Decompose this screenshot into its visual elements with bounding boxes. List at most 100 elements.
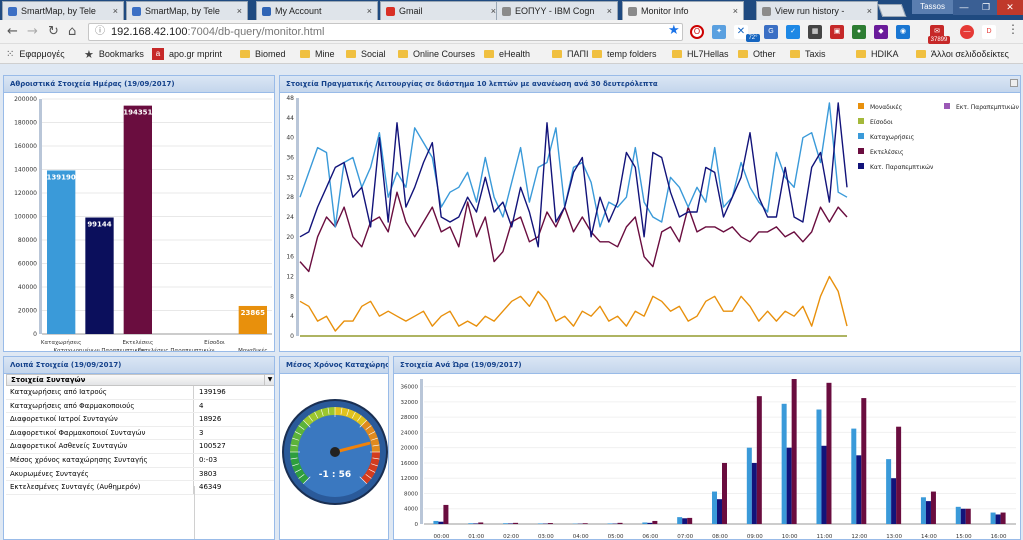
- folder-icon: [856, 50, 866, 58]
- table-row[interactable]: Διαφορετικοί Φαρμακοποιοί Συνταγών 3: [6, 426, 274, 441]
- address-bar[interactable]: ⓘ 192.168.42.100:7004/db-query/monitor.h…: [88, 23, 683, 41]
- browser-tab[interactable]: View run history - ×: [756, 1, 878, 20]
- browser-tab[interactable]: SmartMap, by Tele ×: [126, 1, 248, 20]
- bookmark-item[interactable]: Biomed: [240, 47, 286, 61]
- user-profile-button[interactable]: Tassos: [912, 0, 953, 14]
- bookmark-label: apo.gr mprint: [169, 49, 223, 59]
- forward-icon[interactable]: →: [27, 24, 38, 39]
- bar: [687, 517, 693, 524]
- bar: [537, 523, 543, 524]
- browser-tab[interactable]: ΕΟΠΥΥ - IBM Cogn ×: [496, 1, 618, 20]
- bar: [647, 522, 653, 524]
- bookmark-item[interactable]: Mine: [300, 47, 335, 61]
- bookmark-item[interactable]: HL7Hellas: [672, 47, 729, 61]
- bookmark-item[interactable]: ⁙ Εφαρμογές: [6, 47, 65, 61]
- browser-tab[interactable]: SmartMap, by Tele ×: [2, 1, 124, 20]
- y-tick-label: 200000: [14, 96, 37, 103]
- tab-title: SmartMap, by Tele: [21, 6, 96, 16]
- other-stats-panel: Λοιπά Στοιχεία (19/09/2017) Στοιχεία Συν…: [3, 356, 275, 540]
- no-entry-icon[interactable]: —: [960, 25, 974, 39]
- close-tab-icon[interactable]: ×: [367, 6, 372, 16]
- table-row[interactable]: Μέσος χρόνος καταχώρησης Συνταγής 0:-03: [6, 453, 274, 468]
- panel-title: Στοιχεία Πραγματικής Λειτουργίας σε διάσ…: [280, 76, 1020, 93]
- table-row[interactable]: Καταχωρήσεις από Ιατρούς 139196: [6, 386, 274, 400]
- bar: [1000, 512, 1006, 524]
- bar: [960, 508, 966, 524]
- check-extension-icon[interactable]: ✓: [786, 25, 800, 39]
- y-tick-label: 40: [286, 135, 294, 142]
- bar: [786, 447, 792, 524]
- bookmark-label: Εφαρμογές: [19, 49, 65, 59]
- close-window-button[interactable]: ✕: [997, 0, 1023, 15]
- row-value: 4: [199, 401, 204, 410]
- bar: [547, 523, 553, 524]
- bookmark-item[interactable]: ΠΑΠΙ: [552, 47, 589, 61]
- panel-scroll-handle[interactable]: [1010, 79, 1018, 87]
- back-icon[interactable]: ←: [7, 24, 18, 39]
- bookmark-item[interactable]: temp folders: [592, 47, 657, 61]
- table-row[interactable]: Εκτελεσμένες Συνταγές (Αυθημερόν) 46349: [6, 481, 274, 495]
- y-tick-label: 44: [286, 115, 294, 122]
- row-label: Εκτελεσμένες Συνταγές (Αυθημερόν): [6, 481, 194, 494]
- bookmark-label: Mine: [315, 49, 335, 59]
- bookmark-item[interactable]: Other: [738, 47, 776, 61]
- home-icon[interactable]: ⌂: [68, 24, 76, 39]
- bookmark-label: Biomed: [255, 49, 286, 59]
- bookmark-star-icon[interactable]: ★: [668, 23, 680, 38]
- bookmark-item[interactable]: a apo.gr mprint: [152, 47, 222, 61]
- reload-icon[interactable]: ↻: [48, 24, 59, 39]
- bookmark-item[interactable]: ★ Bookmarks: [84, 47, 144, 61]
- chevron-down-icon[interactable]: ▼: [264, 374, 274, 386]
- browser-tab[interactable]: My Account ×: [256, 1, 378, 20]
- close-tab-icon[interactable]: ×: [237, 6, 242, 16]
- table-row[interactable]: Καταχωρήσεις από Φαρμακοποιούς 4: [6, 399, 274, 414]
- minimize-button[interactable]: —: [953, 0, 975, 15]
- bookmark-item[interactable]: Social: [346, 47, 386, 61]
- mail-count-badge: 37899: [928, 36, 950, 44]
- x-tick-label: 05:00: [608, 534, 624, 539]
- table-row[interactable]: Διαφορετικοί Ασθενείς Συνταγών 100527: [6, 440, 274, 454]
- extension-icon-2[interactable]: ▦: [808, 25, 822, 39]
- grid-group-header[interactable]: Στοιχεία Συνταγών ▼: [6, 374, 274, 386]
- pdf-icon[interactable]: D: [982, 25, 996, 39]
- bookmark-item[interactable]: Άλλοι σελιδοδείκτες: [916, 47, 1009, 61]
- browser-tab[interactable]: Gmail ×: [380, 1, 502, 20]
- y-tick-label: 24000: [401, 430, 419, 436]
- bookmark-item[interactable]: HDIKA: [856, 47, 899, 61]
- table-row[interactable]: Ακυρωμένες Συνταγές 3803: [6, 467, 274, 482]
- green-extension-icon[interactable]: ●: [852, 25, 866, 39]
- y-tick-label: 40000: [18, 284, 37, 291]
- legend-swatch: [858, 133, 864, 139]
- menu-icon[interactable]: ⋮: [1007, 22, 1019, 36]
- bar-value-label: 194351: [123, 109, 152, 117]
- browser-tab[interactable]: Monitor Info ×: [622, 1, 744, 20]
- bar-value-label: 139190: [47, 173, 76, 181]
- bar-value-label: 99144: [87, 221, 111, 229]
- bar: [652, 520, 658, 524]
- opera-icon[interactable]: O: [690, 25, 704, 39]
- table-row[interactable]: Διαφορετικοί Ιατροί Συνταγών 18926: [6, 413, 274, 427]
- x-tick-label: Καταχωρημένων Παραπεμπτικών: [54, 347, 146, 351]
- purple-extension-icon[interactable]: ◆: [874, 25, 888, 39]
- translate-icon[interactable]: G: [764, 25, 778, 39]
- maximize-button[interactable]: ❐: [975, 0, 997, 15]
- bar: [955, 506, 961, 524]
- new-tab-button[interactable]: [877, 4, 907, 17]
- bookmark-label: ΠΑΠΙ: [567, 49, 589, 59]
- bookmark-item[interactable]: Online Courses: [398, 47, 475, 61]
- y-tick-label: 8000: [404, 491, 418, 497]
- blue-extension-icon[interactable]: ◉: [896, 25, 910, 39]
- page-info-icon[interactable]: ⓘ: [95, 24, 105, 40]
- close-tab-icon[interactable]: ×: [607, 6, 612, 16]
- red-extension-icon[interactable]: ▣: [830, 25, 844, 39]
- browser-toolbar: ← → ↻ ⌂ ⓘ 192.168.42.100:7004/db-query/m…: [0, 20, 1023, 44]
- close-tab-icon[interactable]: ×: [733, 6, 738, 16]
- close-tab-icon[interactable]: ×: [113, 6, 118, 16]
- bar: [85, 217, 114, 334]
- bookmark-item[interactable]: eHealth: [484, 47, 530, 61]
- x-tick-label: 10:00: [782, 534, 798, 539]
- bookmark-item[interactable]: Taxis: [790, 47, 826, 61]
- close-tab-icon[interactable]: ×: [867, 6, 872, 16]
- extension-icon[interactable]: ✦: [712, 25, 726, 39]
- bar: [682, 518, 688, 524]
